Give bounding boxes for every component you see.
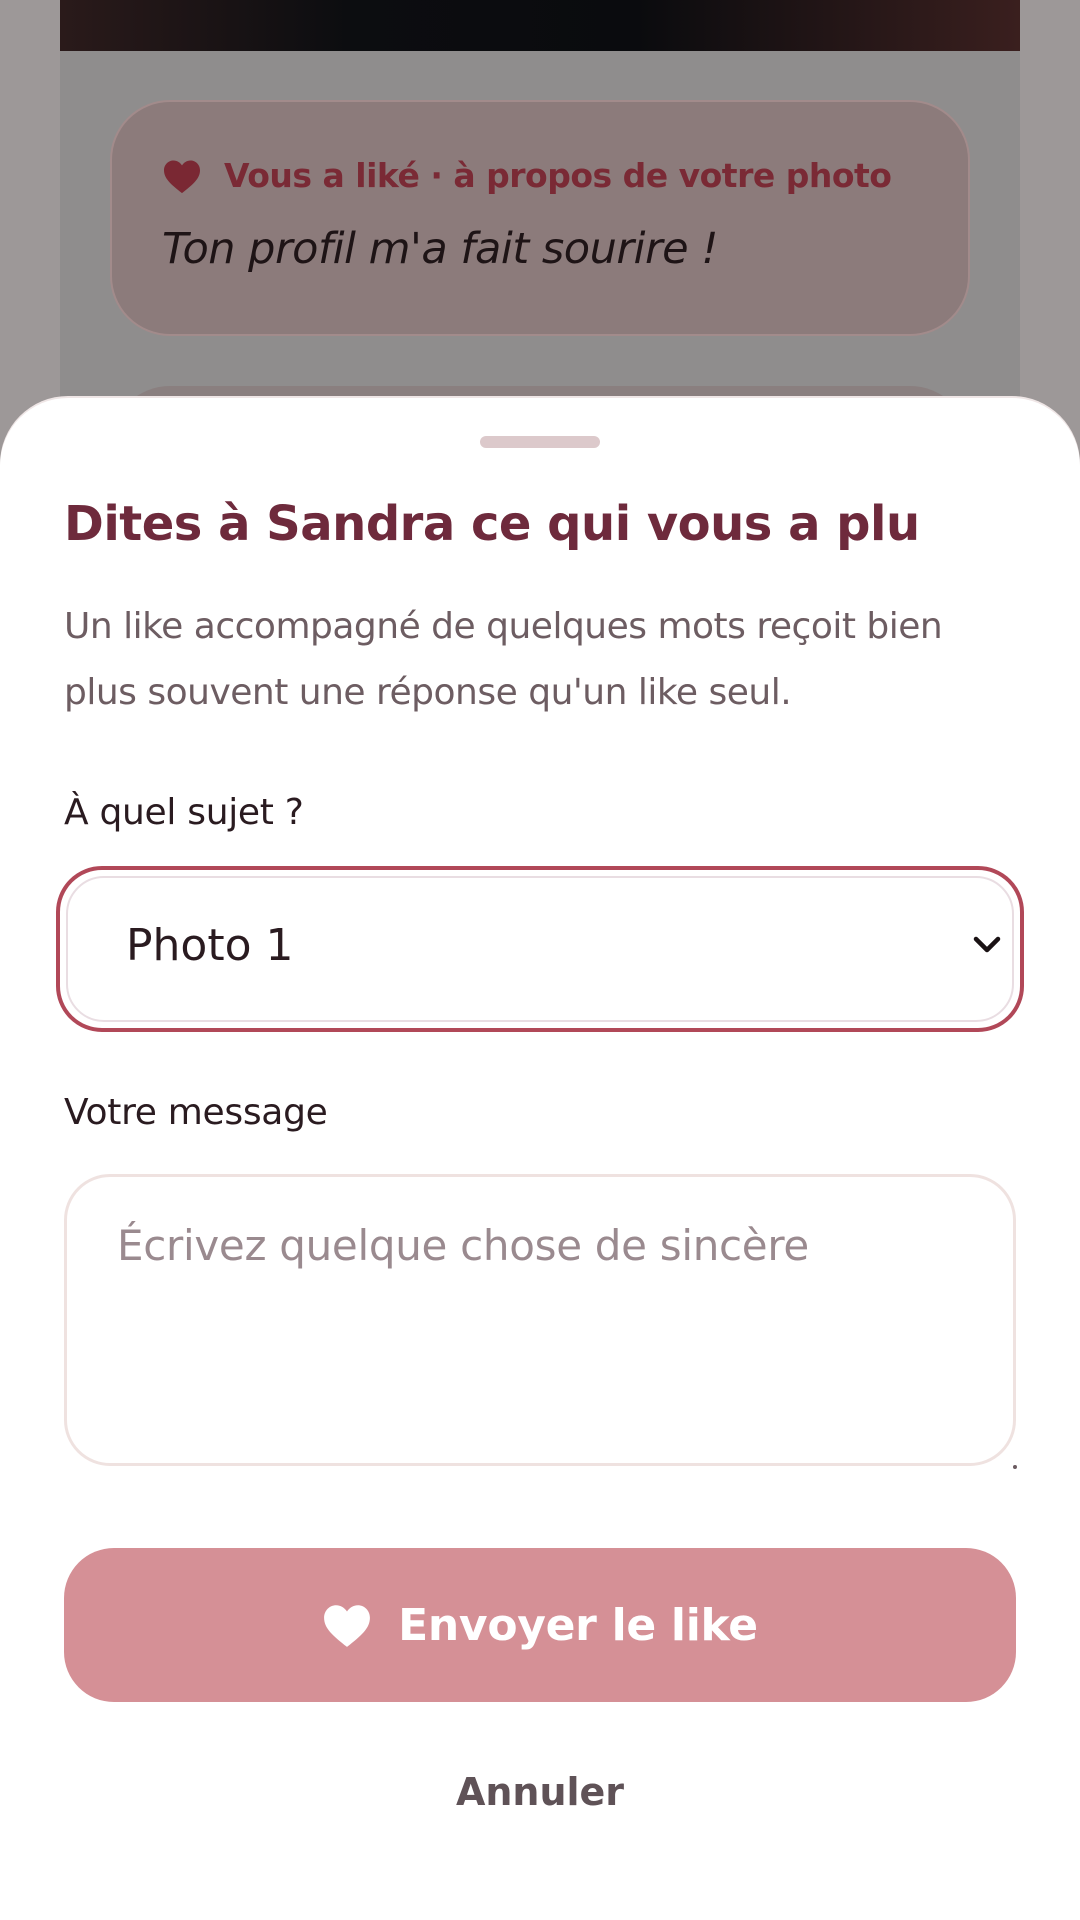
resize-handle-icon[interactable] — [1013, 1465, 1017, 1469]
send-like-button[interactable]: Envoyer le like — [64, 1548, 1016, 1702]
sheet-title: Dites à Sandra ce qui vous a plu — [64, 496, 920, 552]
profile-photo — [60, 0, 1020, 51]
heart-icon — [162, 158, 202, 194]
like-card-header: Vous a liké · à propos de votre photo — [162, 156, 892, 195]
like-card-message: Ton profil m'a fait sourire ! — [162, 224, 719, 274]
subject-label: À quel sujet ? — [64, 792, 304, 833]
send-button-label: Envoyer le like — [398, 1599, 758, 1651]
like-card-title: Vous a liké · à propos de votre photo — [224, 156, 892, 195]
chevron-down-icon — [972, 934, 1002, 960]
message-placeholder: Écrivez quelque chose de sincère — [117, 1221, 809, 1270]
subject-select-value: Photo 1 — [126, 920, 294, 971]
heart-icon — [322, 1602, 372, 1648]
like-bottom-sheet: Dites à Sandra ce qui vous a plu Un like… — [0, 398, 1080, 1920]
drag-handle[interactable] — [480, 436, 600, 448]
cancel-button[interactable]: Annuler — [0, 1770, 1080, 1814]
received-like-card: Vous a liké · à propos de votre photo To… — [110, 100, 970, 336]
subject-select[interactable]: Photo 1 — [56, 866, 1024, 1032]
message-textarea[interactable]: Écrivez quelque chose de sincère — [64, 1174, 1017, 1469]
sheet-subtitle: Un like accompagné de quelques mots reço… — [64, 606, 943, 713]
message-label: Votre message — [64, 1092, 328, 1133]
app-screen: Vous a liké · à propos de votre photo To… — [0, 0, 1080, 1920]
